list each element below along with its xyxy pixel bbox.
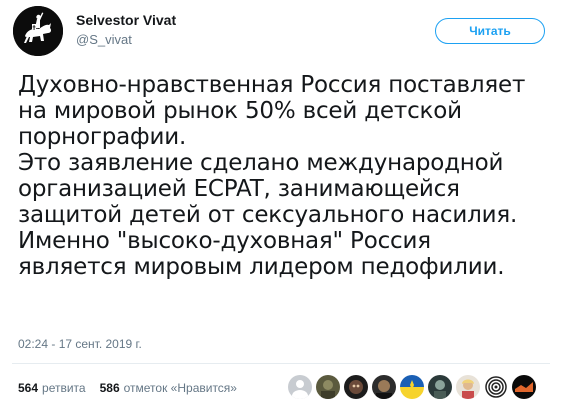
tweet-line: на мировой рынок 50% всей детской xyxy=(18,98,462,124)
liker-avatar[interactable] xyxy=(287,374,313,400)
photo-avatar-icon xyxy=(344,375,368,399)
liker-avatar[interactable] xyxy=(427,374,453,400)
liker-avatar[interactable] xyxy=(399,374,425,400)
likes-count[interactable]: 586 xyxy=(100,381,120,395)
tweet-line: порнографии. xyxy=(18,124,187,150)
author-avatar[interactable] xyxy=(13,6,63,56)
liker-avatar[interactable] xyxy=(511,374,537,400)
liker-avatar[interactable] xyxy=(371,374,397,400)
liker-avatar[interactable] xyxy=(483,374,509,400)
liker-avatar[interactable] xyxy=(315,374,341,400)
retweets-count[interactable]: 564 xyxy=(18,381,38,395)
liker-avatars xyxy=(287,374,537,400)
profile-avatar-icon xyxy=(288,375,312,399)
photo-avatar-icon xyxy=(512,375,536,399)
liker-avatar[interactable] xyxy=(343,374,369,400)
tweet-line: является мировым лидером педофилии. xyxy=(18,254,505,280)
tweet-line: защитой детей от сексуального насилия. xyxy=(18,202,518,228)
liker-avatar[interactable] xyxy=(455,374,481,400)
photo-avatar-icon xyxy=(428,375,452,399)
tweet-timestamp[interactable]: 02:24 - 17 сент. 2019 г. xyxy=(18,337,142,351)
tweet-card: Selvestor Vivat @S_vivat Читать Духовно-… xyxy=(0,0,562,408)
divider xyxy=(12,363,550,364)
author-handle[interactable]: @S_vivat xyxy=(76,32,132,47)
retweets-label[interactable]: ретвита xyxy=(42,381,86,395)
tweet-line: Духовно-нравственная Россия поставляет xyxy=(18,72,526,98)
flag-avatar-icon xyxy=(400,375,424,399)
author-name[interactable]: Selvestor Vivat xyxy=(76,12,176,28)
photo-avatar-icon xyxy=(372,375,396,399)
photo-avatar-icon xyxy=(456,375,480,399)
photo-avatar-icon xyxy=(316,375,340,399)
pattern-avatar-icon xyxy=(484,375,508,399)
tweet-line: Это заявление сделано международной xyxy=(18,150,504,176)
tweet-line: Именно "высоко-духовная" Россия xyxy=(18,228,431,254)
knight-emblem-icon xyxy=(13,6,63,56)
tweet-line: организацией ECPAT, занимающейся xyxy=(18,176,460,202)
tweet-text: Духовно-нравственная Россия поставляет н… xyxy=(18,72,548,280)
engagement-stats: 564 ретвита 586 отметок «Нравится» xyxy=(18,381,251,395)
likes-label[interactable]: отметок «Нравится» xyxy=(124,381,237,395)
follow-button[interactable]: Читать xyxy=(435,18,545,44)
